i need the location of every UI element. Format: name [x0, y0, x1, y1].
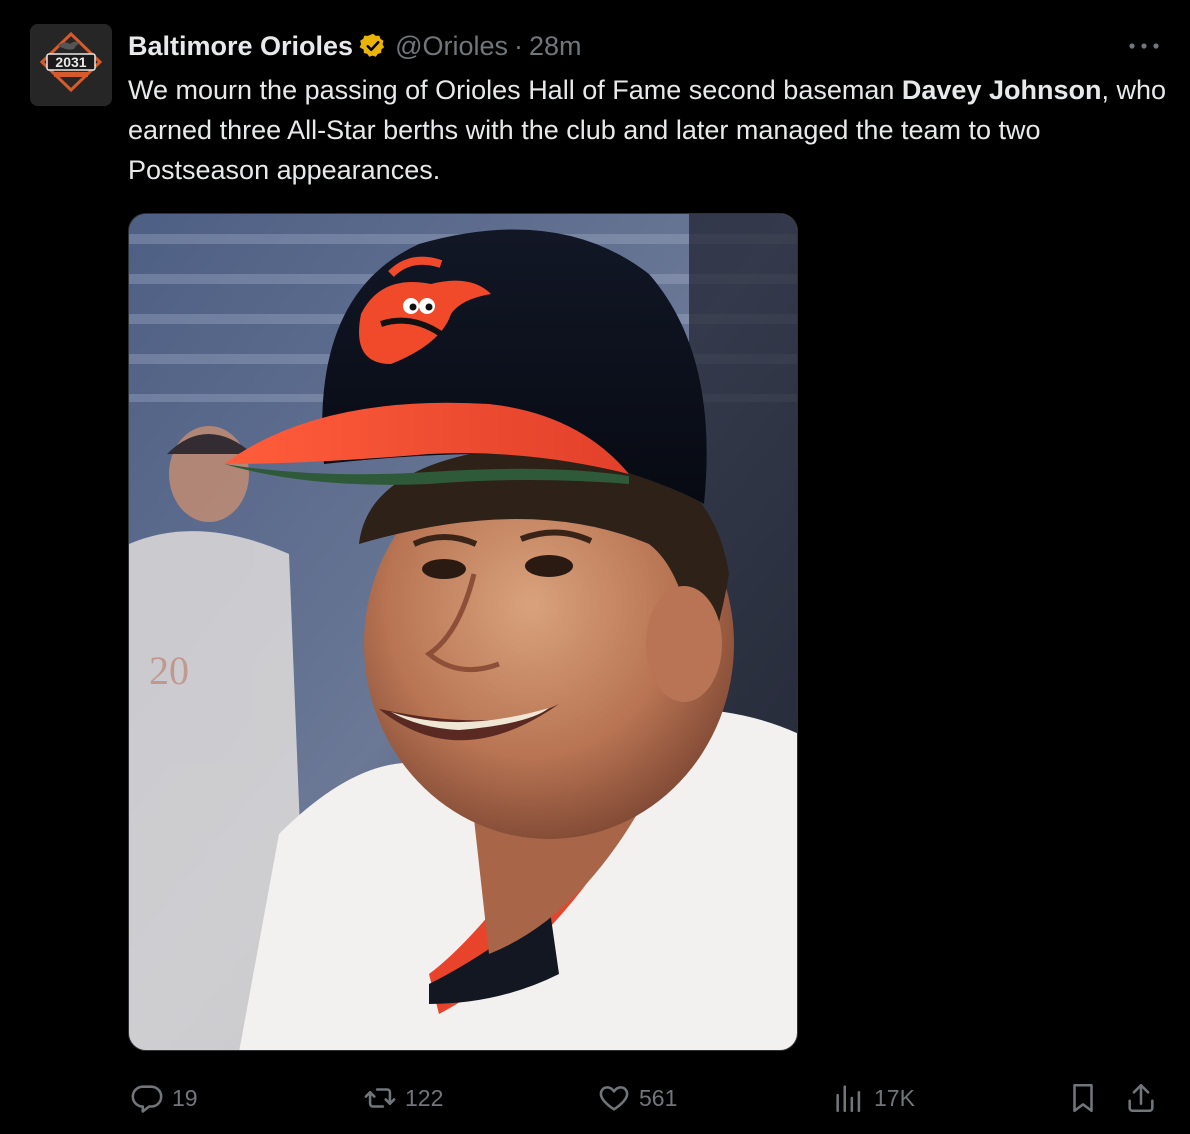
svg-text:20: 20 — [149, 648, 189, 693]
tweet-text-bold: Davey Johnson — [901, 75, 1102, 105]
repost-button[interactable]: 122 — [363, 1076, 443, 1120]
tweet-header: Baltimore Orioles @Orioles · 28m — [128, 26, 582, 66]
views-button[interactable]: 17K — [832, 1076, 915, 1120]
bookmark-button[interactable] — [1066, 1076, 1100, 1120]
like-button[interactable]: 561 — [597, 1076, 677, 1120]
header-separator: · — [514, 30, 524, 61]
author-handle[interactable]: @Orioles — [395, 31, 508, 62]
author-avatar[interactable]: 2031 — [30, 24, 112, 106]
verified-badge-icon[interactable] — [359, 32, 387, 60]
reply-button[interactable]: 19 — [130, 1076, 198, 1120]
views-count: 17K — [874, 1084, 915, 1111]
tweet[interactable]: 2031 Baltimore Orioles @Orioles · 28m We… — [0, 0, 1190, 1134]
repost-count: 122 — [405, 1084, 444, 1111]
tweet-photo[interactable]: 20 — [128, 213, 798, 1051]
reply-count: 19 — [172, 1084, 198, 1111]
bookmark-icon — [1066, 1081, 1100, 1115]
tweet-actions: 19 122 561 17K — [0, 1076, 1190, 1120]
share-icon — [1124, 1081, 1158, 1115]
like-icon — [597, 1081, 631, 1115]
avatar-logo-text: 2031 — [55, 54, 86, 70]
tweet-timestamp[interactable]: 28m — [529, 31, 582, 62]
views-icon — [832, 1081, 866, 1115]
author-display-name[interactable]: Baltimore Orioles — [128, 31, 353, 62]
share-button[interactable] — [1124, 1076, 1158, 1120]
repost-icon — [363, 1081, 397, 1115]
tweet-text-part1: We mourn the passing of Orioles Hall of … — [128, 75, 902, 105]
like-count: 561 — [639, 1084, 678, 1111]
more-icon[interactable] — [1124, 30, 1164, 62]
reply-icon — [130, 1081, 164, 1115]
tweet-text: We mourn the passing of Orioles Hall of … — [128, 70, 1178, 190]
